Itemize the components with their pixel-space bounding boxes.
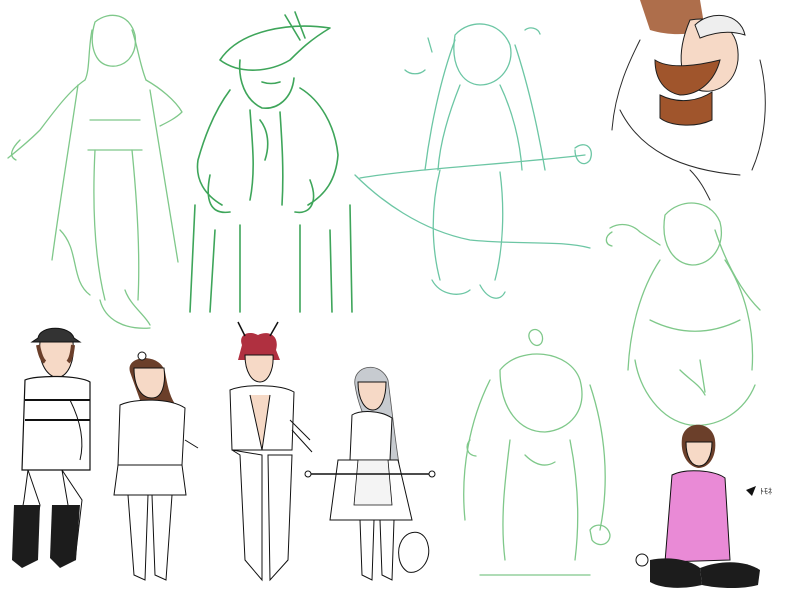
lineart-horned-boy: [229, 321, 313, 582]
lineart-hat-boy: [12, 327, 91, 568]
sketch-hat-figure: [189, 11, 353, 313]
lineart-maid-girl: [304, 366, 436, 581]
sketch-spirit-girl: [463, 328, 611, 576]
colored-pink-shirt-girl: ﾄﾓﾈ: [635, 424, 772, 589]
sketch-cape-figure: [354, 23, 592, 299]
sketch-coat-figure: [7, 14, 183, 329]
lineart-bow-girl: [113, 351, 199, 581]
sketch-sheet-canvas: ﾄﾓﾈ: [7, 0, 772, 589]
colored-hug-couple: [611, 0, 766, 201]
sketch-wrench-girl: [605, 202, 761, 426]
small-note-text: ﾄﾓﾈ: [760, 487, 772, 496]
